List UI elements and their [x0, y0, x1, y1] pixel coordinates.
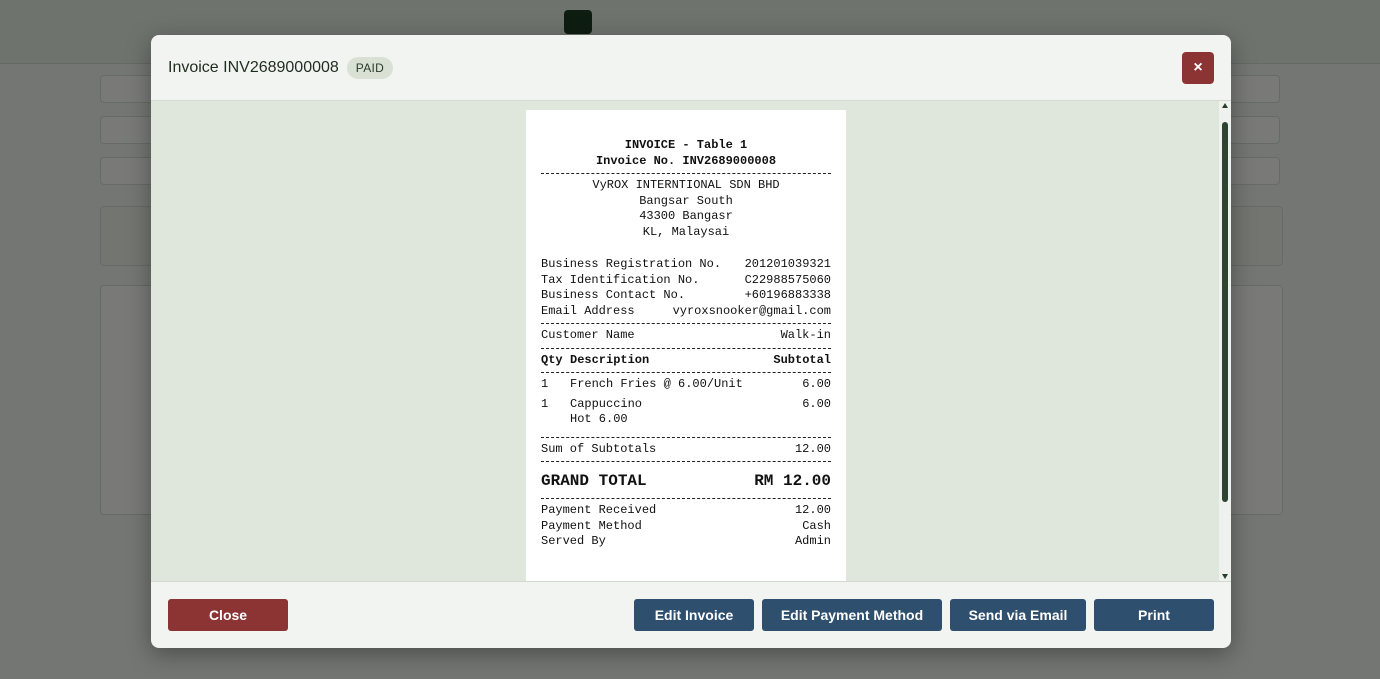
- receipt-header-title: INVOICE - Table 1: [624, 138, 748, 152]
- modal-body[interactable]: INVOICE - Table 1 Invoice No. INV2689000…: [151, 101, 1231, 581]
- info-value: vyroxsnooker@gmail.com: [672, 303, 831, 318]
- info-label: Email Address: [541, 303, 635, 318]
- company-address-line: KL, Malaysai: [642, 224, 730, 239]
- invoice-modal: Invoice INV2689000008 PAID × INVOICE - T…: [151, 35, 1231, 648]
- payment-info-row: Payment Method Cash: [541, 519, 831, 535]
- payment-label: Payment Received: [541, 503, 657, 517]
- divider: [541, 498, 831, 499]
- print-button[interactable]: Print: [1094, 599, 1214, 631]
- divider: [541, 173, 831, 174]
- payment-value: 12.00: [794, 503, 831, 517]
- sum-row: Sum of Subtotals 12.00: [541, 442, 831, 458]
- info-value: C22988575060: [744, 272, 831, 287]
- company-address-line: 43300 Bangasr: [639, 209, 733, 223]
- payment-label: Served By: [541, 534, 606, 548]
- scroll-up-arrow-icon[interactable]: [1222, 103, 1228, 108]
- item-subtotal: 6.00: [802, 377, 831, 391]
- business-info-row: Email Address vyroxsnooker@gmail.com: [541, 304, 831, 320]
- modal-footer: Close Edit Invoice Edit Payment Method S…: [151, 581, 1231, 648]
- divider: [541, 436, 831, 438]
- payment-info-row: Served By Admin: [541, 534, 831, 550]
- line-item-option: Hot 6.00: [541, 412, 831, 428]
- info-value: +60196883338: [744, 288, 831, 302]
- info-label: Business Registration No.: [541, 257, 722, 271]
- scroll-thumb[interactable]: [1222, 122, 1228, 502]
- column-qty: Qty: [541, 352, 563, 367]
- edit-payment-method-button[interactable]: Edit Payment Method: [762, 599, 942, 631]
- customer-value: Walk-in: [780, 328, 831, 342]
- payment-info-row: Payment Received 12.00: [541, 503, 831, 519]
- close-icon-button[interactable]: ×: [1182, 52, 1214, 84]
- payment-value: Admin: [794, 534, 831, 548]
- sum-label: Sum of Subtotals: [541, 441, 657, 456]
- divider: [541, 347, 831, 349]
- divider: [541, 372, 831, 373]
- status-badge: PAID: [346, 56, 394, 79]
- line-item: 1 Cappuccino 6.00: [541, 397, 831, 413]
- edit-invoice-button[interactable]: Edit Invoice: [634, 599, 754, 631]
- info-label: Business Contact No.: [541, 288, 686, 302]
- item-description: Cappuccino: [570, 396, 643, 411]
- business-info-row: Tax Identification No. C22988575060: [541, 273, 831, 289]
- invoice-receipt: INVOICE - Table 1 Invoice No. INV2689000…: [526, 110, 846, 581]
- items-header: Qty Description Subtotal: [541, 353, 831, 369]
- grand-total-row: GRAND TOTAL RM 12.00: [541, 470, 831, 492]
- close-button[interactable]: Close: [168, 599, 288, 631]
- send-via-email-button[interactable]: Send via Email: [950, 599, 1086, 631]
- column-description: Description: [570, 352, 650, 367]
- item-description: French Fries @ 6.00/Unit: [570, 377, 743, 391]
- modal-title: Invoice INV2689000008: [168, 58, 339, 76]
- item-qty: 1: [541, 377, 549, 391]
- business-info-row: Business Contact No. +60196883338: [541, 288, 831, 304]
- column-subtotal: Subtotal: [773, 352, 831, 367]
- scroll-down-arrow-icon[interactable]: [1222, 574, 1228, 579]
- item-subtotal: 6.00: [802, 396, 831, 411]
- vertical-scrollbar[interactable]: [1219, 101, 1231, 581]
- payment-value: Cash: [802, 518, 831, 533]
- grand-total-label: GRAND TOTAL: [541, 472, 647, 490]
- divider: [541, 323, 831, 324]
- info-value: 201201039321: [744, 257, 831, 271]
- line-item: 1 French Fries @ 6.00/Unit 6.00: [541, 377, 831, 393]
- item-option: Hot 6.00: [570, 412, 628, 426]
- sum-value: 12.00: [794, 441, 831, 456]
- item-qty: 1: [541, 396, 549, 411]
- customer-row: Customer Name Walk-in: [541, 328, 831, 344]
- customer-label: Customer Name: [541, 328, 635, 342]
- modal-header: Invoice INV2689000008 PAID ×: [151, 35, 1231, 101]
- company-name: VyROX INTERNTIONAL SDN BHD: [592, 178, 780, 192]
- receipt-invoice-number: Invoice No. INV2689000008: [595, 153, 777, 168]
- info-label: Tax Identification No.: [541, 272, 700, 287]
- payment-label: Payment Method: [541, 518, 642, 533]
- business-info-row: Business Registration No. 201201039321: [541, 257, 831, 273]
- grand-total-value: RM 12.00: [754, 472, 831, 490]
- divider: [541, 461, 831, 462]
- company-address-line: Bangsar South: [639, 193, 733, 208]
